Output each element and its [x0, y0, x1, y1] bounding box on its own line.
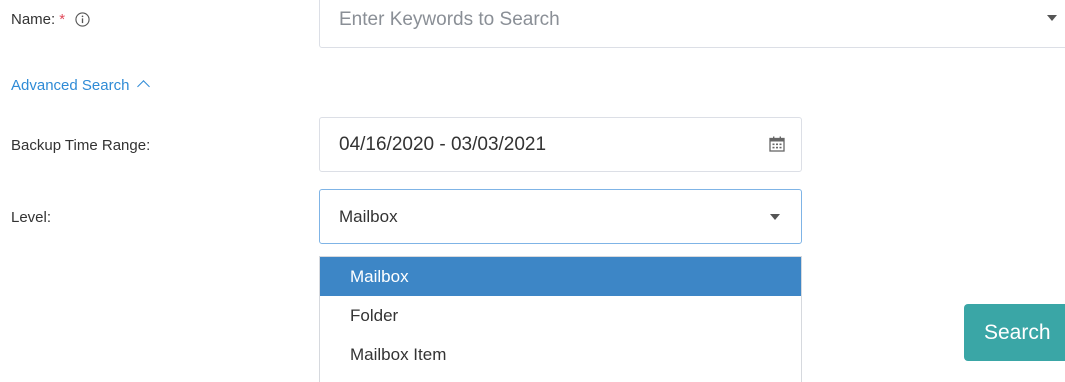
caret-down-icon[interactable] [1047, 15, 1057, 21]
backup-time-label: Backup Time Range: [11, 137, 151, 154]
level-option-mailbox[interactable]: Mailbox [320, 257, 801, 296]
level-label: Level: [11, 209, 52, 226]
required-asterisk: * [59, 11, 66, 28]
backup-time-range-input[interactable]: 04/16/2020 - 03/03/2021 [319, 117, 802, 172]
level-select[interactable]: Mailbox [319, 189, 802, 244]
level-option-mailbox-item[interactable]: Mailbox Item [320, 335, 801, 374]
level-option-folder[interactable]: Folder [320, 296, 801, 335]
name-label-row: Name: * [11, 11, 90, 28]
level-dropdown-menu: Mailbox Folder Mailbox Item [319, 256, 802, 382]
advanced-search-form: Name: * Enter Keywords to Search Advanced… [0, 0, 1065, 382]
name-search-placeholder: Enter Keywords to Search [339, 9, 560, 30]
advanced-search-toggle[interactable]: Advanced Search [11, 77, 151, 94]
caret-down-icon[interactable] [770, 214, 780, 220]
chevron-up-icon [137, 80, 151, 93]
search-button[interactable]: Search [964, 304, 1065, 361]
advanced-search-label: Advanced Search [11, 77, 130, 94]
calendar-icon[interactable] [769, 136, 785, 152]
name-search-input[interactable]: Enter Keywords to Search [319, 0, 1065, 48]
name-label: Name: [11, 11, 56, 28]
level-selected-value: Mailbox [339, 206, 398, 226]
backup-time-range-value: 04/16/2020 - 03/03/2021 [339, 133, 547, 155]
info-icon[interactable] [75, 12, 90, 27]
